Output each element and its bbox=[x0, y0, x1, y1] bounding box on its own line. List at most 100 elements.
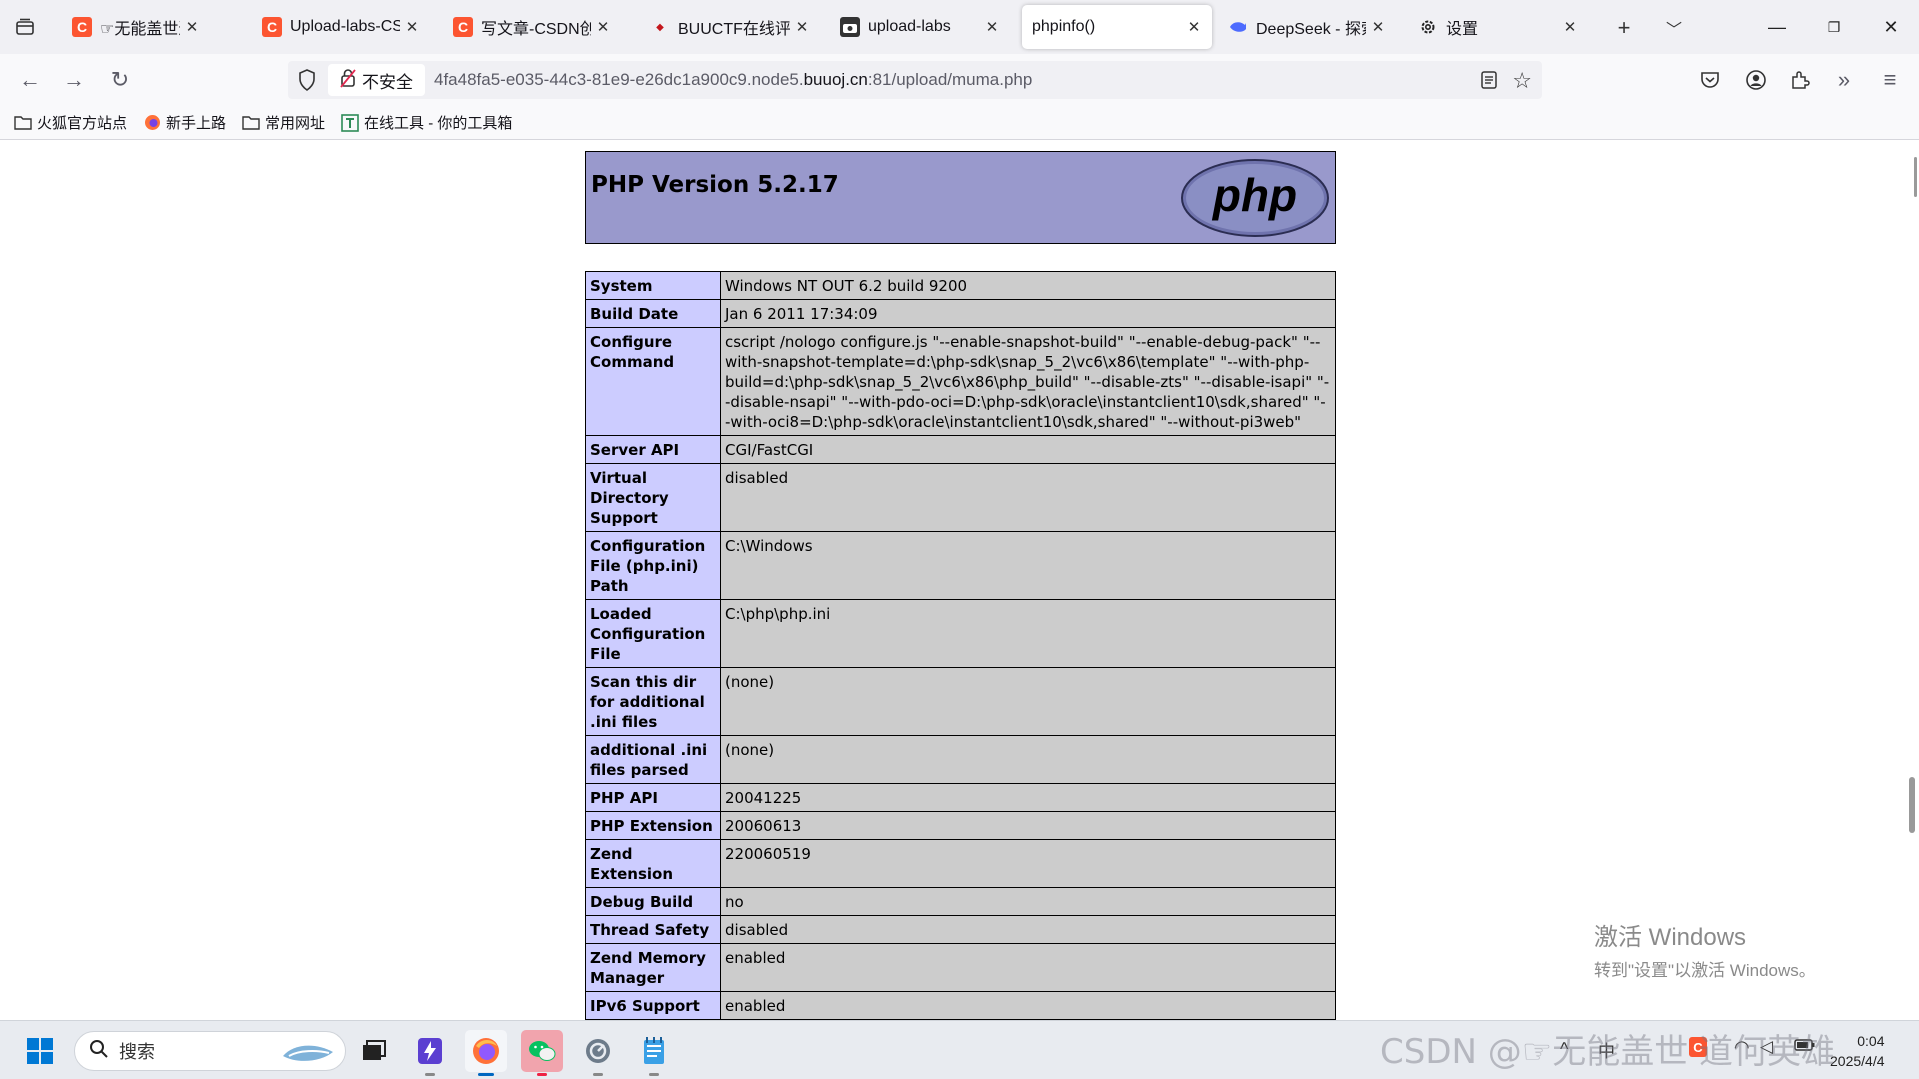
phpinfo-key: System bbox=[585, 271, 721, 300]
bookmark-label: 新手上路 bbox=[166, 115, 227, 132]
phpinfo-value: (none) bbox=[720, 735, 1336, 784]
upload-labs-icon bbox=[840, 17, 860, 37]
phpinfo-value: 20060613 bbox=[720, 811, 1336, 840]
bookmark-item[interactable]: 新手上路 bbox=[143, 112, 226, 133]
new-tab-icon[interactable]: + bbox=[1608, 12, 1640, 44]
close-tab-icon[interactable]: ✕ bbox=[184, 18, 200, 36]
phpinfo-value: disabled bbox=[720, 915, 1336, 944]
taskbar-app-visual-studio[interactable] bbox=[409, 1030, 451, 1076]
deepseek-icon bbox=[1228, 17, 1248, 37]
tab-phpinfo[interactable]: phpinfo() ✕ bbox=[1022, 5, 1212, 49]
close-window-icon[interactable]: ✕ bbox=[1868, 8, 1914, 46]
bookmark-item[interactable]: 在线工具 - 你的工具箱 bbox=[341, 112, 512, 133]
phpinfo-value: Jan 6 2011 17:34:09 bbox=[720, 299, 1336, 328]
tab-title: BUUCTF在线评测 bbox=[678, 21, 790, 38]
taskbar-app-task-view[interactable] bbox=[353, 1030, 395, 1072]
bookmark-star-icon[interactable]: ☆ bbox=[1512, 68, 1532, 94]
phpinfo-row: Configuration File (php.ini) Path C:\Wind… bbox=[585, 531, 1336, 600]
system-clock[interactable]: 0:04 2025/4/4 bbox=[1830, 1031, 1885, 1071]
tab-settings[interactable]: 设置 ✕ bbox=[1408, 5, 1588, 49]
bookmark-item[interactable]: 火狐官方站点 bbox=[14, 112, 127, 133]
phpinfo-row: Loaded Configuration File C:\php\php.ini bbox=[585, 599, 1336, 668]
php-version-title: PHP Version 5.2.17 bbox=[591, 172, 839, 198]
bookmark-item[interactable]: 常用网址 bbox=[242, 112, 325, 133]
bookmark-label: 常用网址 bbox=[265, 115, 326, 132]
running-indicator bbox=[425, 1073, 435, 1076]
tab-list-icon[interactable] bbox=[10, 12, 40, 42]
minimize-icon[interactable]: — bbox=[1754, 8, 1800, 46]
address-bar[interactable]: 不安全 4fa48fa5-e035-44c3-81e9-e26dc1a900c9… bbox=[288, 61, 1542, 99]
folder-icon bbox=[14, 115, 32, 131]
tab-upload-labs[interactable]: upload-labs ✕ bbox=[830, 5, 1010, 49]
clock-time: 0:04 bbox=[1857, 1033, 1885, 1049]
account-icon[interactable] bbox=[1740, 64, 1772, 96]
security-indicator[interactable]: 不安全 bbox=[328, 64, 425, 96]
phpinfo-value: cscript /nologo configure.js "--enable-s… bbox=[720, 327, 1336, 436]
tab-title: ☞无能盖世道何 bbox=[100, 21, 180, 38]
taskbar-app-firefox[interactable] bbox=[465, 1030, 507, 1076]
taskbar-app-notepad[interactable] bbox=[633, 1030, 675, 1076]
bookmarks-toolbar: 火狐官方站点 新手上路 常用网址 在线工具 - 你的工具箱 bbox=[0, 106, 1919, 140]
php-logo[interactable]: php bbox=[1180, 158, 1330, 238]
taskbar-search[interactable]: 搜索 bbox=[74, 1031, 346, 1071]
tab-title: phpinfo() bbox=[1032, 18, 1096, 35]
shield-icon[interactable] bbox=[298, 69, 316, 96]
forward-arrow-icon[interactable]: → bbox=[58, 64, 90, 96]
windows-logo-icon bbox=[27, 1038, 53, 1064]
phpinfo-row: Zend Extension 220060519 bbox=[585, 839, 1336, 888]
gear-icon bbox=[1418, 17, 1438, 37]
tab-csdn-article[interactable]: C ☞无能盖世道何 ✕ bbox=[62, 5, 210, 49]
phpinfo-row: System Windows NT OUT 6.2 build 9200 bbox=[585, 271, 1336, 300]
tab-deepseek[interactable]: DeepSeek - 探索 ✕ bbox=[1218, 5, 1396, 49]
app-bolt-icon bbox=[418, 1038, 442, 1064]
tab-upload-labs-csdn[interactable]: C Upload-labs-CSD ✕ bbox=[252, 5, 430, 49]
activate-line2: 转到"设置"以激活 Windows。 bbox=[1594, 961, 1816, 980]
phpinfo-key: Configure Command bbox=[585, 327, 721, 436]
close-tab-icon[interactable]: ✕ bbox=[794, 18, 810, 36]
phpinfo-key: Scan this dir for additional .ini files bbox=[585, 667, 721, 736]
close-tab-icon[interactable]: ✕ bbox=[404, 18, 420, 36]
taskbar-app-tool[interactable] bbox=[577, 1030, 619, 1076]
scroll-handle[interactable] bbox=[1909, 777, 1915, 833]
hamburger-menu-icon[interactable]: ≡ bbox=[1874, 64, 1906, 96]
tab-csdn-write[interactable]: C 写文章-CSDN创作 ✕ bbox=[443, 5, 621, 49]
phpinfo-value: C:\Windows bbox=[720, 531, 1336, 600]
back-arrow-icon[interactable]: ← bbox=[14, 64, 46, 96]
tab-buuctf[interactable]: ◆ BUUCTF在线评测 ✕ bbox=[640, 5, 820, 49]
reader-view-icon[interactable] bbox=[1480, 70, 1498, 95]
bookmark-label: 火狐官方站点 bbox=[37, 115, 128, 132]
search-highlight-icon bbox=[279, 1038, 337, 1071]
phpinfo-key: Build Date bbox=[585, 299, 721, 328]
csdn-watermark: CSDN @☞无能盖世 道何英雄 bbox=[1380, 1032, 1836, 1072]
folder-icon bbox=[242, 115, 260, 131]
csdn-icon: C bbox=[453, 17, 473, 37]
url-suffix: :81/upload/muma.php bbox=[867, 70, 1033, 89]
reload-icon[interactable]: ↻ bbox=[104, 64, 136, 96]
phpinfo-value: enabled bbox=[720, 943, 1336, 992]
security-label: 不安全 bbox=[362, 72, 413, 92]
url-domain: buuoj.cn bbox=[803, 70, 868, 89]
close-tab-icon[interactable]: ✕ bbox=[984, 18, 1000, 36]
overflow-menu-icon[interactable]: » bbox=[1828, 64, 1860, 96]
close-tab-icon[interactable]: ✕ bbox=[595, 18, 611, 36]
scrollbar-thumb[interactable] bbox=[1914, 157, 1917, 197]
tab-overflow-chevron-icon[interactable]: ﹀ bbox=[1658, 12, 1690, 44]
app-circle-icon bbox=[586, 1039, 610, 1063]
tab-title: 设置 bbox=[1446, 21, 1479, 38]
navigation-toolbar: ← → ↻ 不安全 4fa48fa5-e035-44c3-81e9-e26dc1… bbox=[0, 54, 1919, 106]
close-tab-icon[interactable]: ✕ bbox=[1370, 18, 1386, 36]
phpinfo-key: PHP API bbox=[585, 783, 721, 812]
notepad-icon bbox=[644, 1037, 664, 1064]
restore-icon[interactable]: ❐ bbox=[1811, 8, 1857, 46]
phpinfo-value: disabled bbox=[720, 463, 1336, 532]
phpinfo-key: Thread Safety bbox=[585, 915, 721, 944]
pocket-icon[interactable] bbox=[1694, 64, 1726, 96]
start-button[interactable] bbox=[19, 1030, 61, 1072]
url-text[interactable]: 4fa48fa5-e035-44c3-81e9-e26dc1a900c9.nod… bbox=[434, 70, 1032, 90]
firefox-icon bbox=[143, 115, 161, 131]
extensions-icon[interactable] bbox=[1784, 64, 1816, 96]
taskbar-app-wechat[interactable] bbox=[521, 1030, 563, 1076]
close-tab-icon[interactable]: ✕ bbox=[1562, 18, 1578, 36]
close-tab-icon[interactable]: ✕ bbox=[1186, 18, 1202, 36]
running-indicator bbox=[593, 1073, 603, 1076]
